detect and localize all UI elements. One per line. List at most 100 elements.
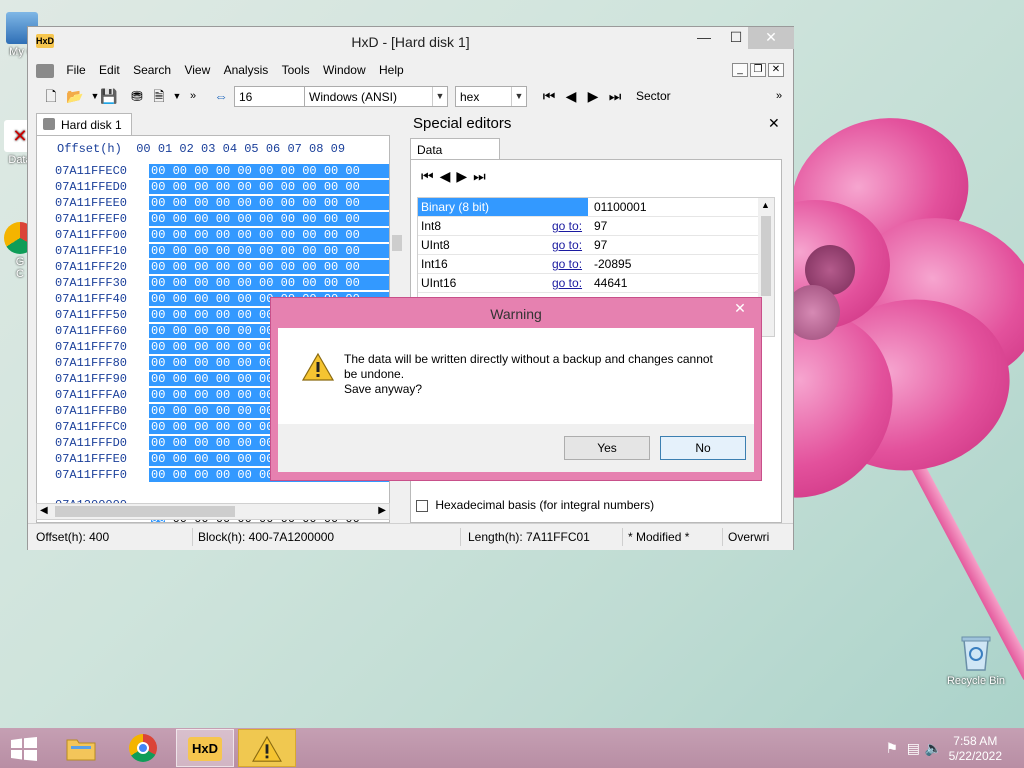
- first-icon[interactable]: ⏮: [421, 168, 440, 184]
- inspector-goto-link[interactable]: go to:: [552, 238, 582, 252]
- hxd-icon: HxD: [188, 737, 222, 761]
- menu-view[interactable]: View: [179, 59, 215, 81]
- hex-row-bytes[interactable]: 00 00 00 00 00 00 00 00 00 00: [149, 244, 389, 258]
- open-ram-icon[interactable]: 🗎: [150, 87, 168, 105]
- previous-icon[interactable]: ◀: [440, 168, 457, 184]
- first-sector-icon[interactable]: ⏮: [540, 87, 558, 105]
- inspector-row[interactable]: Int8 go to: 97: [418, 217, 758, 236]
- special-editors-close-icon[interactable]: ✕: [768, 115, 780, 132]
- scrollbar-thumb[interactable]: [55, 506, 235, 517]
- volume-muted-icon[interactable]: 🔈: [925, 740, 942, 757]
- menu-search[interactable]: Search: [128, 59, 176, 81]
- section-label: Sector: [636, 89, 671, 103]
- inspector-row[interactable]: Binary (8 bit) 01100001: [418, 198, 758, 217]
- clock[interactable]: 7:58 AM 5/22/2022: [949, 734, 1002, 764]
- inspector-row-label: UInt8: [421, 238, 450, 252]
- desktop-icon-label: G: [15, 256, 25, 268]
- inspector-row[interactable]: UInt16 go to: 44641: [418, 274, 758, 293]
- open-folder-icon[interactable]: 📂: [66, 87, 84, 105]
- inspector-goto-link[interactable]: go to:: [552, 219, 582, 233]
- taskbar-file-explorer[interactable]: [52, 729, 110, 767]
- previous-sector-icon[interactable]: ◀: [562, 87, 580, 105]
- menu-analysis[interactable]: Analysis: [219, 59, 274, 81]
- minimize-button[interactable]: —: [688, 27, 720, 49]
- save-icon[interactable]: 💾: [100, 87, 118, 105]
- hex-row-offset: 07A11FFF50: [55, 308, 128, 322]
- taskbar-chrome[interactable]: [114, 729, 172, 767]
- hex-row-bytes[interactable]: 00 00 00 00 00 00 00 00 00 00: [149, 228, 389, 242]
- windows-start-icon[interactable]: [10, 737, 38, 761]
- hex-row-bytes[interactable]: 00 00 00 00 00 00 00 00 00 00: [149, 180, 389, 194]
- open-disk-icon[interactable]: ⛃: [128, 87, 146, 105]
- menu-help[interactable]: Help: [374, 59, 409, 81]
- inspector-row-value[interactable]: -20895: [592, 257, 631, 271]
- title-bar[interactable]: HxD HxD - [Hard disk 1] — ☐ ✕: [28, 27, 794, 57]
- inspector-goto-link[interactable]: go to:: [552, 257, 582, 271]
- toolbar-overflow-icon[interactable]: »: [184, 87, 202, 105]
- inspector-row-value[interactable]: 44641: [592, 276, 627, 290]
- inspector-row-value[interactable]: 97: [592, 238, 607, 252]
- dialog-close-icon[interactable]: ✕: [725, 298, 755, 318]
- mdi-close-button[interactable]: ✕: [768, 63, 784, 77]
- dialog-body: The data will be written directly withou…: [278, 328, 754, 424]
- warning-icon: [252, 735, 282, 762]
- taskbar-hxd[interactable]: HxD: [176, 729, 234, 767]
- close-button[interactable]: ✕: [748, 27, 794, 49]
- special-editors-title: Special editors: [413, 115, 512, 132]
- status-modified: * Modified *: [628, 530, 690, 544]
- hex-row-last[interactable]: 07A1200000 00 00 00 00 00 00 00 00 00 00: [37, 484, 360, 522]
- inspector-row[interactable]: UInt8 go to: 97: [418, 236, 758, 255]
- inspector-row-value[interactable]: 01100001: [592, 200, 647, 214]
- action-center-flag-icon[interactable]: ⚑: [885, 740, 898, 757]
- offset-base-select[interactable]: hex ▼: [455, 86, 527, 107]
- scrollbar-thumb[interactable]: [761, 216, 771, 296]
- recycle-bin-label: Recycle Bin: [946, 675, 1006, 687]
- hex-basis-label: Hexadecimal basis (for integral numbers): [435, 498, 655, 512]
- hex-row-offset: 07A11FFF60: [55, 324, 128, 338]
- inspector-goto-link[interactable]: go to:: [552, 276, 582, 290]
- inspector-row[interactable]: Int16 go to: -20895: [418, 255, 758, 274]
- menu-window[interactable]: Window: [318, 59, 371, 81]
- toolbar-overflow-right-icon[interactable]: »: [770, 87, 788, 105]
- chevron-up-icon[interactable]: ▲: [761, 200, 770, 210]
- no-button[interactable]: No: [660, 436, 746, 460]
- hex-row-bytes[interactable]: 00 00 00 00 00 00 00 00 00 00: [149, 196, 389, 210]
- inspector-row-label: Binary (8 bit): [418, 198, 588, 216]
- mdi-minimize-button[interactable]: _: [732, 63, 748, 77]
- hex-horizontal-scrollbar[interactable]: ◀ ▶: [36, 503, 390, 520]
- mdi-restore-button[interactable]: ❐: [750, 63, 766, 77]
- tab-hard-disk-1[interactable]: Hard disk 1: [36, 113, 132, 135]
- hard-disk-icon: [43, 118, 55, 130]
- taskbar-warning-dialog[interactable]: [238, 729, 296, 767]
- offset-base-value: hex: [460, 90, 480, 104]
- charset-select[interactable]: Windows (ANSI) ▼: [304, 86, 448, 107]
- new-file-icon[interactable]: 🗋: [42, 87, 60, 105]
- menu-bar: File Edit Search View Analysis Tools Win…: [36, 59, 786, 81]
- hex-row-bytes[interactable]: 00 00 00 00 00 00 00 00 00 00: [149, 212, 389, 226]
- tab-label: Hard disk 1: [61, 118, 122, 132]
- hex-row-offset: 07A11FFF00: [55, 228, 128, 242]
- status-length: Length(h): 7A11FFC01: [468, 530, 590, 544]
- mdi-document-icon[interactable]: [36, 63, 54, 78]
- tab-data-inspector[interactable]: Data inspector: [410, 138, 500, 171]
- hex-row-bytes[interactable]: 00 00 00 00 00 00 00 00 00 00: [149, 164, 389, 178]
- network-icon[interactable]: ▤: [907, 740, 920, 757]
- menu-tools[interactable]: Tools: [277, 59, 315, 81]
- hex-row-bytes[interactable]: 00 00 00 00 00 00 00 00 00 00: [149, 276, 389, 290]
- scroll-left-icon[interactable]: ◀: [40, 505, 48, 516]
- scrollbar-thumb[interactable]: [392, 235, 402, 251]
- next-sector-icon[interactable]: ▶: [584, 87, 602, 105]
- hex-basis-checkbox-row[interactable]: Hexadecimal basis (for integral numbers): [416, 498, 654, 512]
- menu-edit[interactable]: Edit: [94, 59, 125, 81]
- desktop-icon-recycle-bin[interactable]: Recycle Bin: [944, 632, 1008, 687]
- last-sector-icon[interactable]: ⏭: [606, 87, 624, 105]
- hex-basis-checkbox[interactable]: [416, 499, 428, 512]
- menu-file[interactable]: File: [61, 59, 90, 81]
- hex-row-bytes[interactable]: 00 00 00 00 00 00 00 00 00 00: [149, 260, 389, 274]
- yes-button[interactable]: Yes: [564, 436, 650, 460]
- chrome-icon: [129, 734, 157, 762]
- next-icon[interactable]: ▶: [456, 168, 473, 184]
- scroll-right-icon[interactable]: ▶: [378, 505, 386, 516]
- last-icon[interactable]: ⏭: [473, 168, 492, 184]
- inspector-row-value[interactable]: 97: [592, 219, 607, 233]
